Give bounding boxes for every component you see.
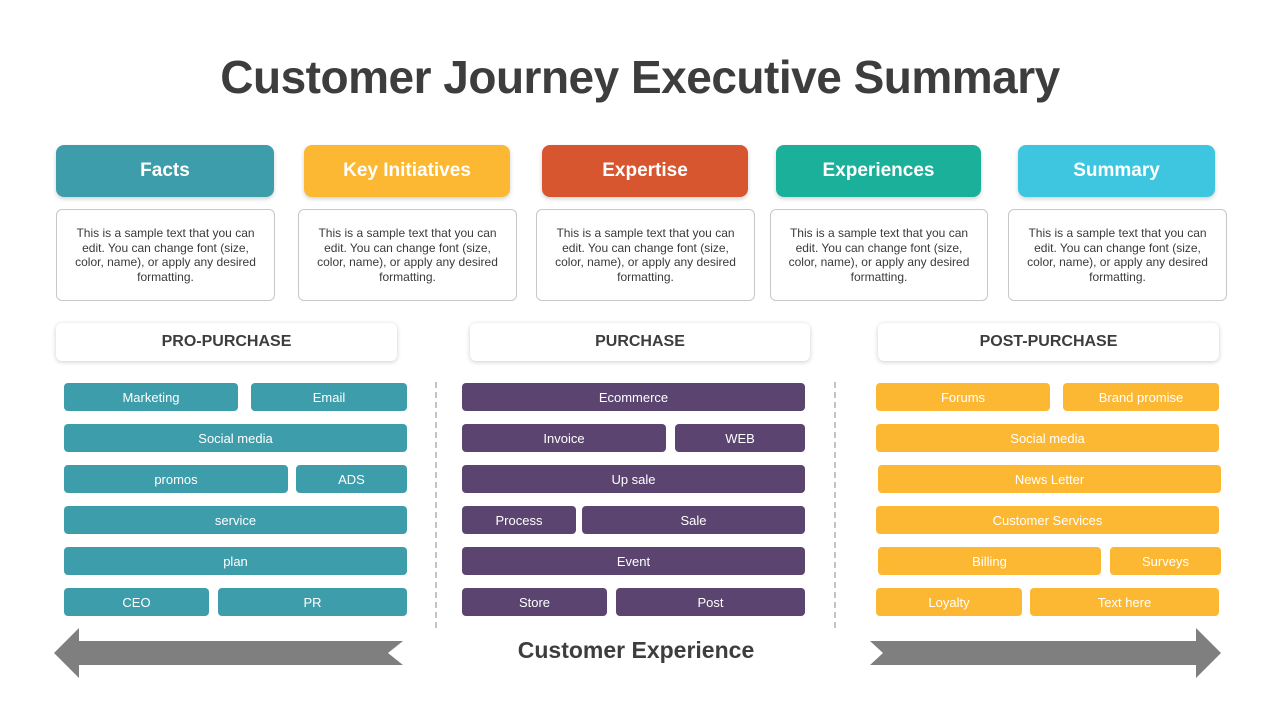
stage-header-purchase: PURCHASE <box>470 323 810 361</box>
stage-header-post-purchase: POST-PURCHASE <box>878 323 1219 361</box>
chip-ceo: CEO <box>64 588 209 616</box>
category-text-facts: This is a sample text that you can edit.… <box>56 209 275 301</box>
chip-store: Store <box>462 588 607 616</box>
category-header-facts: Facts <box>56 145 274 197</box>
chip-email: Email <box>251 383 407 411</box>
arrow-right-icon <box>870 628 1221 678</box>
chip-text-here: Text here <box>1030 588 1219 616</box>
category-header-summary: Summary <box>1018 145 1215 197</box>
category-text-expertise: This is a sample text that you can edit.… <box>536 209 755 301</box>
category-text-summary: This is a sample text that you can edit.… <box>1008 209 1227 301</box>
chip-surveys: Surveys <box>1110 547 1221 575</box>
divider-left <box>435 382 437 628</box>
chip-process: Process <box>462 506 576 534</box>
chip-web: WEB <box>675 424 805 452</box>
stage-header-pre-purchase: PRO-PURCHASE <box>56 323 397 361</box>
category-text-experiences: This is a sample text that you can edit.… <box>770 209 988 301</box>
chip-billing: Billing <box>878 547 1101 575</box>
chip-marketing: Marketing <box>64 383 238 411</box>
chip-news-letter: News Letter <box>878 465 1221 493</box>
customer-experience-label: Customer Experience <box>517 637 755 663</box>
chip-pr: PR <box>218 588 407 616</box>
chip-forums: Forums <box>876 383 1050 411</box>
category-header-key-initiatives: Key Initiatives <box>304 145 510 197</box>
chip-customer-services: Customer Services <box>876 506 1219 534</box>
chip-social-media: Social media <box>64 424 407 452</box>
divider-right <box>834 382 836 628</box>
chip-event: Event <box>462 547 805 575</box>
category-header-experiences: Experiences <box>776 145 981 197</box>
chip-loyalty: Loyalty <box>876 588 1022 616</box>
category-text-key-initiatives: This is a sample text that you can edit.… <box>298 209 517 301</box>
chip-post: Post <box>616 588 805 616</box>
chip-ads: ADS <box>296 465 407 493</box>
chip-invoice: Invoice <box>462 424 666 452</box>
chip-ecommerce: Ecommerce <box>462 383 805 411</box>
page-title: Customer Journey Executive Summary <box>220 51 1060 103</box>
chip-service: service <box>64 506 407 534</box>
chip-plan: plan <box>64 547 407 575</box>
chip-brand-promise: Brand promise <box>1063 383 1219 411</box>
chip-up-sale: Up sale <box>462 465 805 493</box>
arrow-left-icon <box>54 628 403 678</box>
category-header-expertise: Expertise <box>542 145 748 197</box>
chip-sale: Sale <box>582 506 805 534</box>
chip-promos: promos <box>64 465 288 493</box>
chip-social-media-post: Social media <box>876 424 1219 452</box>
